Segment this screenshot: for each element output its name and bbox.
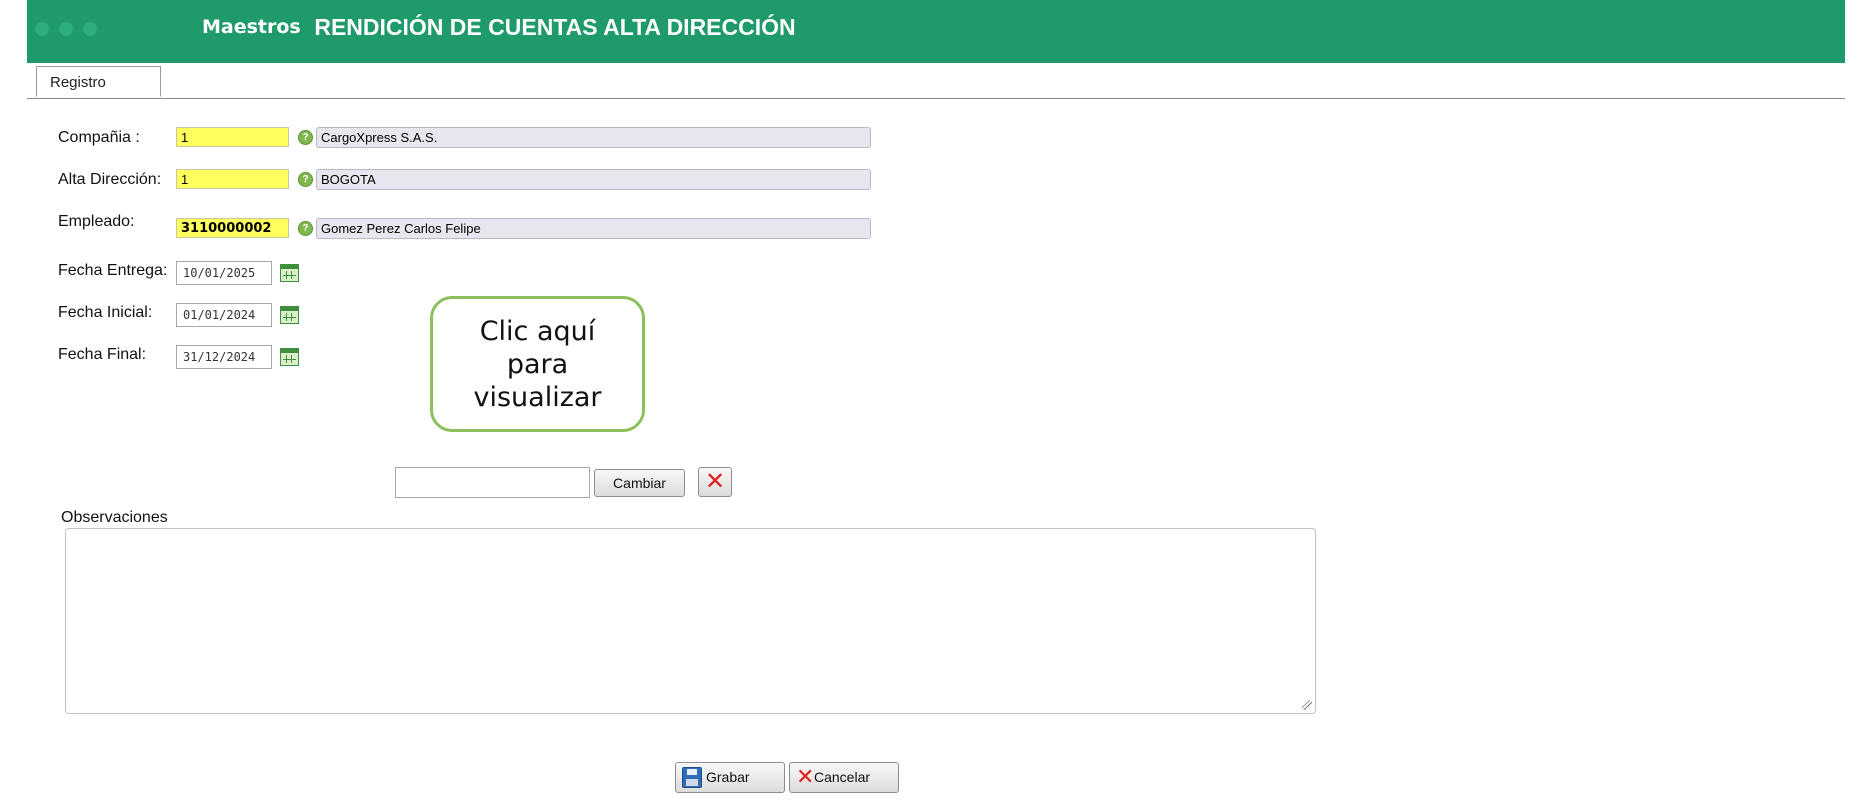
visualize-callout[interactable]: Clic aquí para visualizar bbox=[430, 296, 645, 432]
compania-label: Compañia : bbox=[58, 129, 140, 146]
close-icon: ✕ bbox=[704, 468, 726, 495]
fecha-entrega-label: Fecha Entrega: bbox=[58, 262, 168, 279]
empleado-code-input[interactable]: 3110000002 bbox=[176, 218, 289, 238]
callout-line: Clic aquí bbox=[479, 315, 596, 347]
lookup-icon[interactable]: ? bbox=[298, 130, 313, 145]
calendar-icon[interactable] bbox=[280, 264, 299, 282]
save-button[interactable]: Grabar bbox=[675, 762, 785, 793]
save-button-label: Grabar bbox=[706, 769, 750, 785]
save-icon bbox=[682, 767, 702, 788]
cancel-button-label: Cancelar bbox=[814, 769, 871, 785]
empleado-description-field: Gomez Perez Carlos Felipe bbox=[316, 218, 871, 239]
tab-registro[interactable]: Registro bbox=[36, 66, 161, 97]
fecha-inicial-input[interactable]: 01/01/2024 bbox=[176, 303, 272, 327]
alta-direccion-description-field: BOGOTA bbox=[316, 169, 871, 190]
observaciones-label: Observaciones bbox=[61, 509, 168, 526]
fecha-final-input[interactable]: 31/12/2024 bbox=[176, 345, 272, 369]
observaciones-textarea[interactable] bbox=[65, 528, 1316, 714]
resize-grip-icon[interactable] bbox=[1302, 700, 1312, 710]
attachment-field[interactable] bbox=[395, 467, 590, 498]
page-title: RENDICIÓN DE CUENTAS ALTA DIRECCIÓN bbox=[314, 14, 796, 40]
cambiar-button[interactable]: Cambiar bbox=[594, 469, 685, 497]
tab-bar: Registro bbox=[27, 66, 1845, 99]
app-header: Maestros RENDICIÓN DE CUENTAS ALTA DIREC… bbox=[27, 0, 1845, 63]
fecha-final-label: Fecha Final: bbox=[58, 346, 147, 363]
calendar-icon[interactable] bbox=[280, 348, 299, 366]
fecha-inicial-label: Fecha Inicial: bbox=[58, 304, 153, 321]
cancel-icon: ✕ bbox=[796, 764, 815, 789]
remove-attachment-button[interactable]: ✕ bbox=[698, 467, 732, 497]
lookup-icon[interactable]: ? bbox=[298, 172, 313, 187]
cancel-button[interactable]: ✕ Cancelar bbox=[789, 762, 899, 793]
empleado-label: Empleado: bbox=[58, 213, 135, 230]
compania-description-field: CargoXpress S.A.S. bbox=[316, 127, 871, 148]
callout-line: visualizar bbox=[473, 381, 602, 413]
compania-code-input[interactable]: 1 bbox=[176, 127, 289, 147]
calendar-icon[interactable] bbox=[280, 306, 299, 324]
alta-direccion-code-input[interactable]: 1 bbox=[176, 169, 289, 189]
alta-direccion-label: Alta Dirección: bbox=[58, 171, 162, 188]
fecha-entrega-input[interactable]: 10/01/2025 bbox=[176, 261, 272, 285]
lookup-icon[interactable]: ? bbox=[298, 221, 313, 236]
callout-line: para bbox=[506, 348, 569, 380]
